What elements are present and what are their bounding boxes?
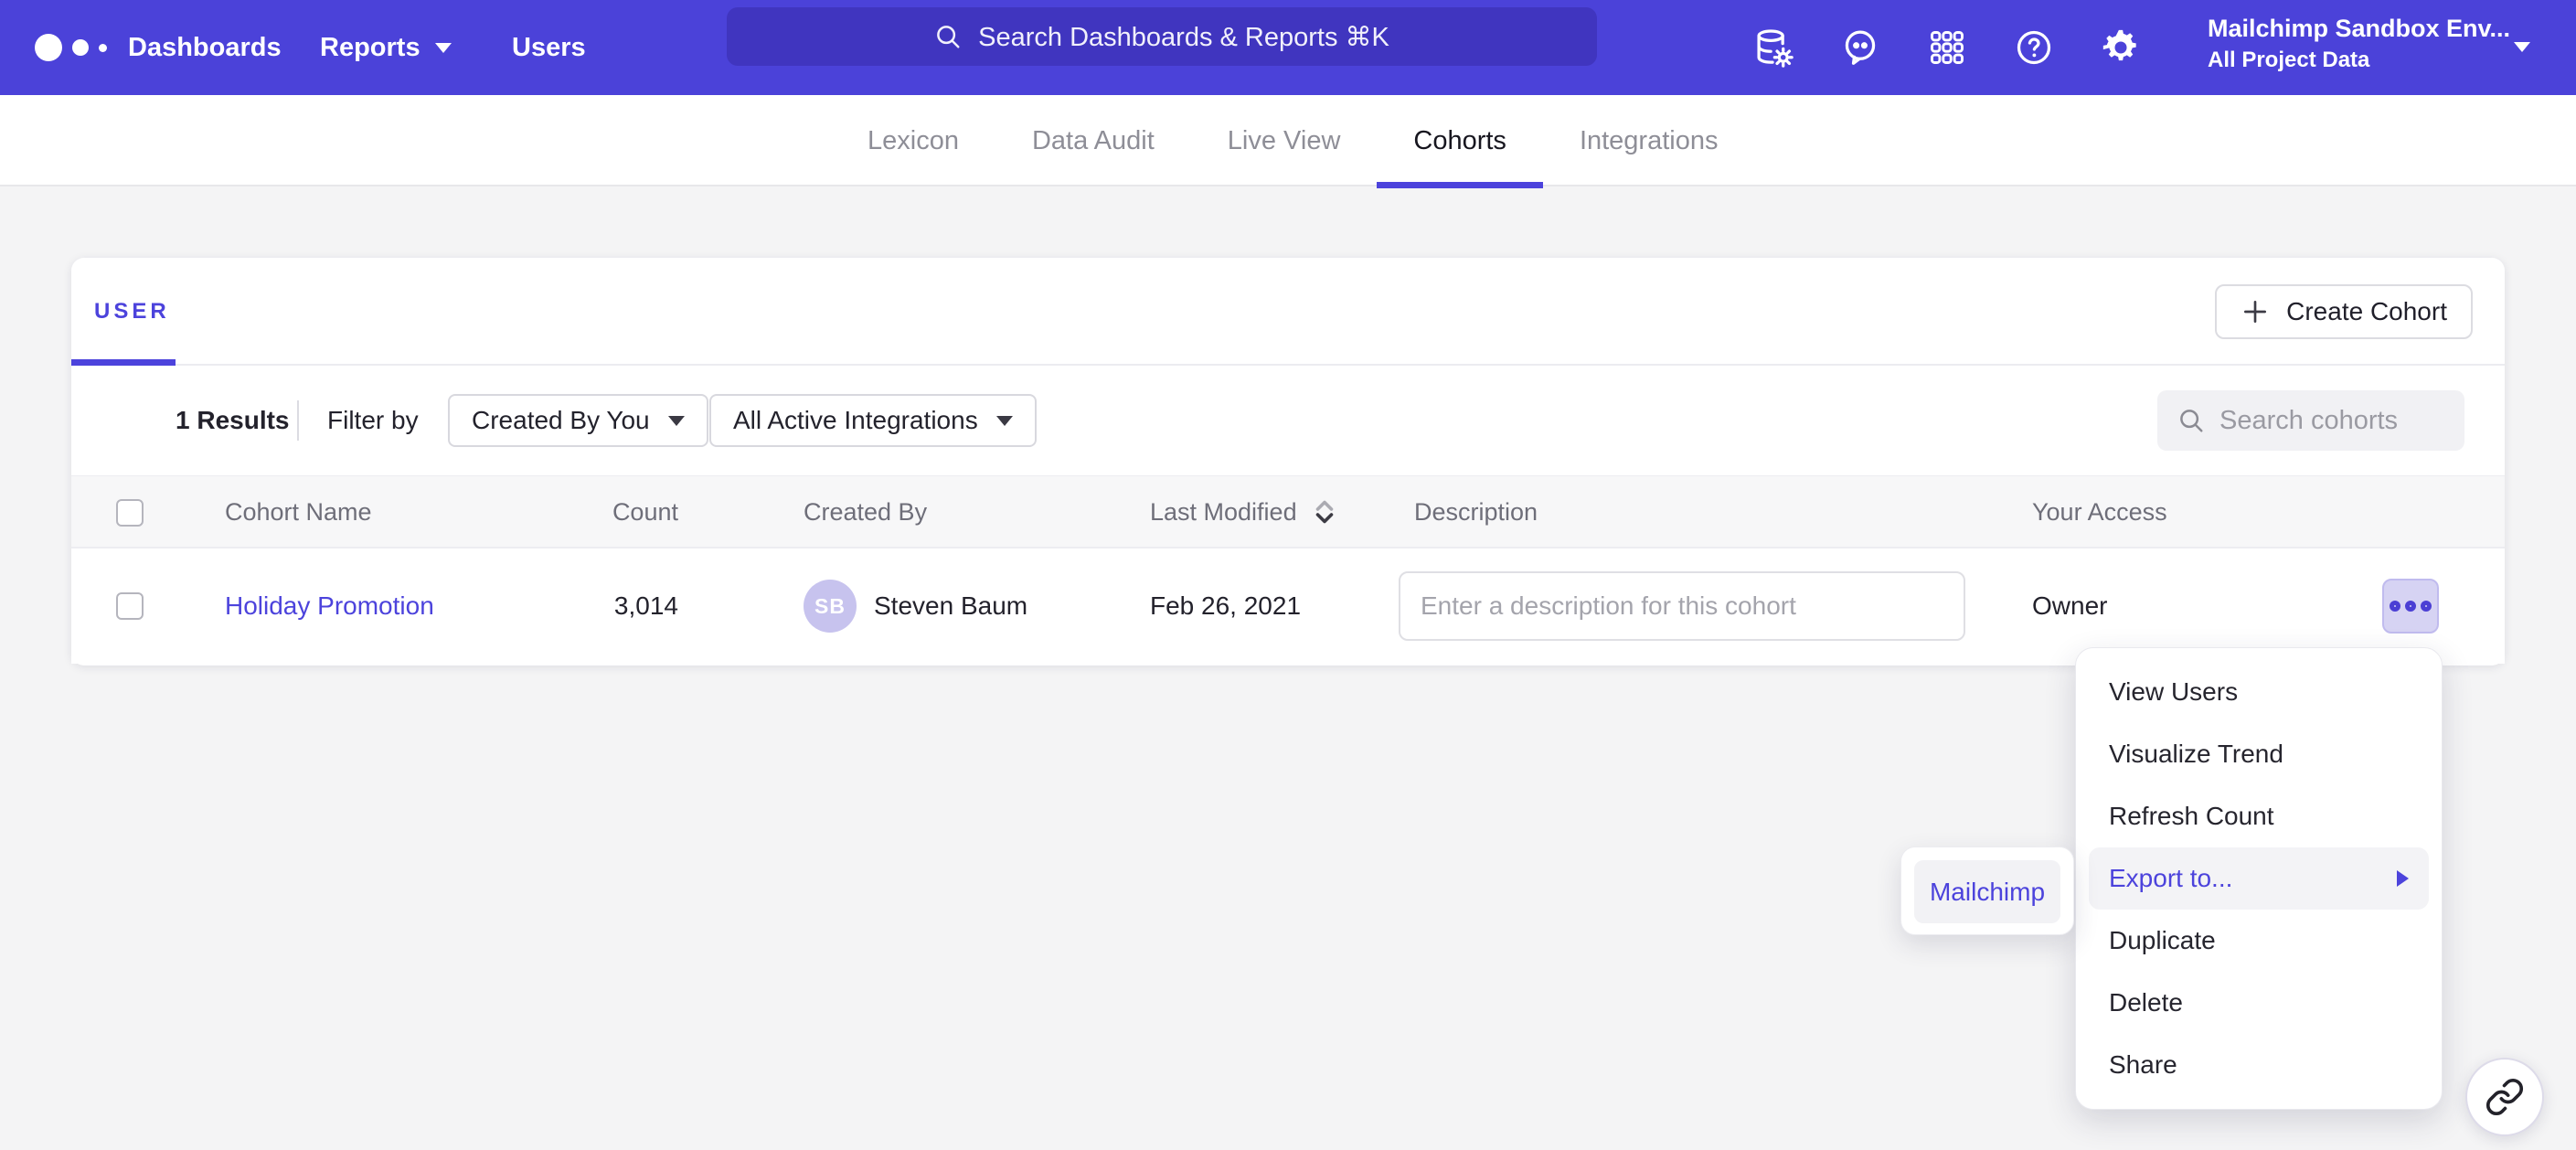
created-by-filter-dropdown[interactable]: Created By You (448, 394, 708, 447)
search-cohorts-field[interactable] (2157, 390, 2464, 451)
top-navigation-bar: Dashboards Reports Users Search Dashboar… (0, 0, 2576, 95)
plus-icon (2241, 297, 2270, 326)
column-header-cohort-name: Cohort Name (225, 476, 372, 548)
menu-item-refresh-count[interactable]: Refresh Count (2076, 785, 2442, 847)
search-icon (2177, 407, 2205, 434)
project-data-scope: All Project Data (2208, 47, 2500, 74)
column-header-description: Description (1414, 476, 1538, 548)
integrations-filter-dropdown[interactable]: All Active Integrations (709, 394, 1037, 447)
feedback-icon[interactable] (1838, 26, 1882, 69)
nav-reports[interactable]: Reports (320, 0, 452, 95)
data-management-icon[interactable] (1751, 26, 1795, 69)
active-tab-underline (71, 359, 176, 366)
mixpanel-logo[interactable] (35, 0, 107, 95)
column-header-created-by: Created By (804, 476, 927, 548)
select-all-checkbox[interactable] (116, 499, 144, 527)
link-icon (2485, 1077, 2525, 1117)
project-name: Mailchimp Sandbox Env... (2208, 14, 2500, 43)
filter-toolbar: 1 Results Filter by Created By You All A… (71, 366, 2505, 475)
created-by-name: Steven Baum (874, 548, 1027, 664)
chevron-down-icon (996, 416, 1013, 426)
cohorts-page: Dashboards Reports Users Search Dashboar… (0, 0, 2576, 1150)
submenu-item-mailchimp[interactable]: Mailchimp (1914, 860, 2060, 923)
export-submenu: Mailchimp (1900, 847, 2074, 935)
cohort-name-link[interactable]: Holiday Promotion (225, 591, 434, 620)
sort-arrows-icon[interactable] (1315, 498, 1335, 526)
nav-dashboards-label: Dashboards (128, 0, 282, 95)
topbar-icon-group (1751, 0, 2143, 95)
table-header-row: Cohort Name Count Created By Last Modifi… (71, 475, 2505, 548)
created-by-filter-value: Created By You (472, 406, 650, 435)
section-tabs: Lexicon Data Audit Live View Cohorts Int… (831, 95, 1754, 186)
menu-item-delete[interactable]: Delete (2076, 972, 2442, 1034)
submenu-arrow-icon (2397, 870, 2409, 887)
results-count: 1 Results (176, 366, 290, 475)
export-to-label: Export to... (2109, 847, 2232, 910)
cohort-count: 3,014 (492, 548, 678, 664)
nav-reports-label: Reports (320, 0, 420, 95)
last-modified-label: Last Modified (1150, 498, 1297, 526)
menu-item-export-to[interactable]: Export to... (2089, 847, 2429, 910)
search-icon (934, 23, 962, 50)
logo-dot-medium (72, 39, 89, 56)
create-cohort-button[interactable]: Create Cohort (2215, 284, 2473, 339)
more-actions-button[interactable] (2382, 579, 2439, 634)
project-switcher-chevron-icon[interactable] (2514, 42, 2530, 52)
nav-users-label: Users (512, 0, 586, 95)
project-switcher[interactable]: Mailchimp Sandbox Env... All Project Dat… (2208, 14, 2500, 74)
global-search-placeholder: Search Dashboards & Reports ⌘K (978, 21, 1389, 53)
chevron-down-icon (668, 416, 685, 426)
logo-dot-large (35, 34, 62, 61)
menu-item-duplicate[interactable]: Duplicate (2076, 910, 2442, 972)
row-checkbox[interactable] (116, 592, 144, 620)
panel-header: USER Create Cohort (71, 258, 2505, 366)
cohorts-panel: USER Create Cohort 1 Results Filter by C… (71, 258, 2505, 666)
apps-grid-icon[interactable] (1925, 26, 1969, 69)
integrations-filter-value: All Active Integrations (733, 406, 978, 435)
logo-dot-small (99, 44, 107, 52)
ellipsis-icon (2390, 601, 2400, 612)
global-search-bar[interactable]: Search Dashboards & Reports ⌘K (727, 7, 1597, 66)
chevron-down-icon (435, 43, 452, 53)
settings-icon[interactable] (2099, 26, 2143, 69)
row-actions-menu: View Users Visualize Trend Refresh Count… (2075, 647, 2443, 1110)
last-modified-date: Feb 26, 2021 (1150, 548, 1301, 664)
divider (297, 400, 299, 441)
menu-item-share[interactable]: Share (2076, 1034, 2442, 1096)
search-cohorts-input[interactable] (2219, 406, 2439, 436)
column-header-last-modified[interactable]: Last Modified (1150, 476, 1335, 548)
tab-cohorts[interactable]: Cohorts (1377, 95, 1543, 186)
copy-link-floating-button[interactable] (2465, 1058, 2544, 1136)
section-tabbar: Lexicon Data Audit Live View Cohorts Int… (0, 95, 2576, 186)
filter-by-label: Filter by (327, 366, 419, 475)
menu-item-view-users[interactable]: View Users (2076, 661, 2442, 723)
tab-lexicon[interactable]: Lexicon (831, 95, 995, 186)
tab-data-audit[interactable]: Data Audit (995, 95, 1191, 186)
create-cohort-label: Create Cohort (2286, 297, 2447, 326)
menu-item-visualize-trend[interactable]: Visualize Trend (2076, 723, 2442, 785)
help-icon[interactable] (2012, 26, 2056, 69)
nav-dashboards[interactable]: Dashboards (128, 0, 282, 95)
nav-users[interactable]: Users (512, 0, 586, 95)
column-header-your-access: Your Access (2032, 476, 2167, 548)
tab-live-view[interactable]: Live View (1191, 95, 1378, 186)
column-header-count: Count (492, 476, 678, 548)
tab-user-cohorts[interactable]: USER (94, 258, 170, 366)
tab-integrations[interactable]: Integrations (1543, 95, 1755, 186)
avatar: SB (804, 580, 857, 633)
cohort-description-input[interactable] (1399, 571, 1965, 641)
